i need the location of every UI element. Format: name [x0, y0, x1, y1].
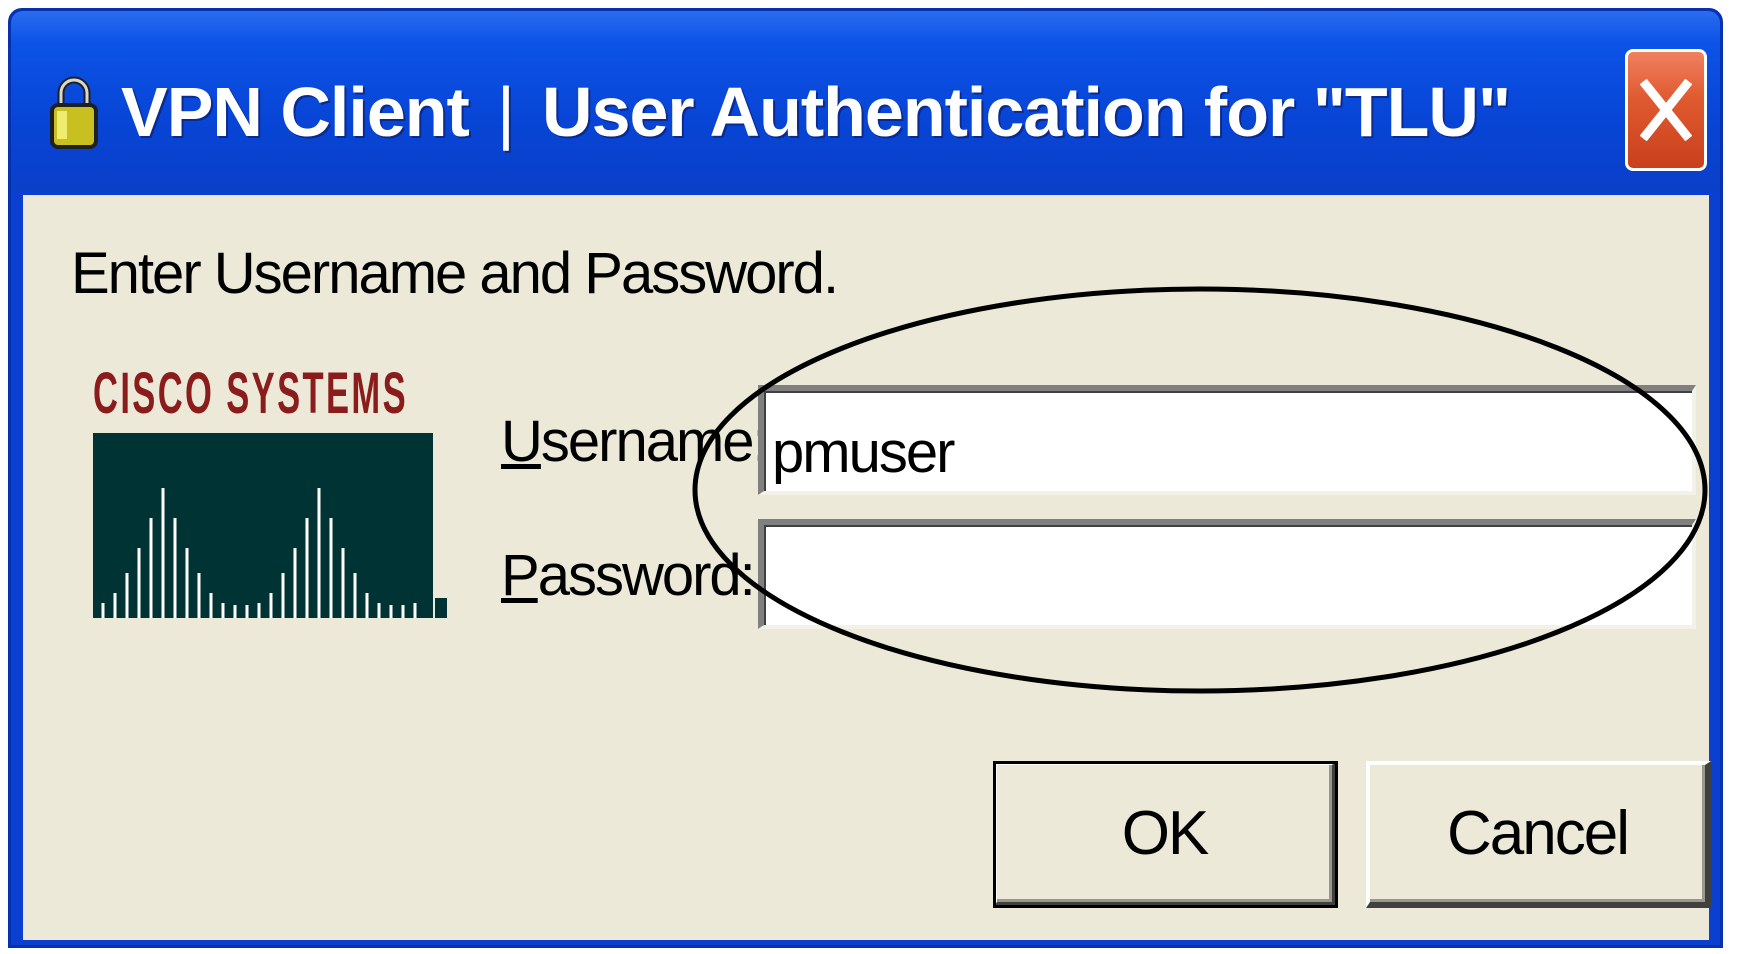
cisco-bridge-icon — [93, 433, 447, 618]
title-bar[interactable]: VPN Client | User Authentication for "TLU" — [11, 11, 1720, 191]
title-separator: | — [496, 73, 515, 151]
padlock-icon — [50, 76, 98, 149]
highlight-ellipse — [692, 286, 1708, 694]
close-button[interactable] — [1625, 49, 1707, 171]
password-label-accel: P — [501, 543, 540, 608]
username-label-accel: U — [501, 409, 543, 474]
dialog-title: User Authentication for "TLU" — [542, 73, 1511, 151]
close-icon — [1640, 79, 1692, 141]
ok-button[interactable]: OK — [993, 761, 1338, 908]
svg-text:CISCO SYSTEMS: CISCO SYSTEMS — [93, 361, 408, 425]
cisco-logo-text: CISCO SYSTEMS — [93, 355, 413, 436]
window-title: VPN Client | User Authentication for "TLU" — [121, 77, 1511, 147]
dialog-body: Enter Username and Password. CISCO SYSTE… — [23, 195, 1711, 940]
app-name: VPN Client — [121, 73, 470, 151]
vpn-auth-window: VPN Client | User Authentication for "TLU"… — [8, 8, 1723, 948]
cisco-logo: CISCO SYSTEMS — [93, 355, 453, 618]
cancel-button[interactable]: Cancel — [1366, 761, 1711, 908]
